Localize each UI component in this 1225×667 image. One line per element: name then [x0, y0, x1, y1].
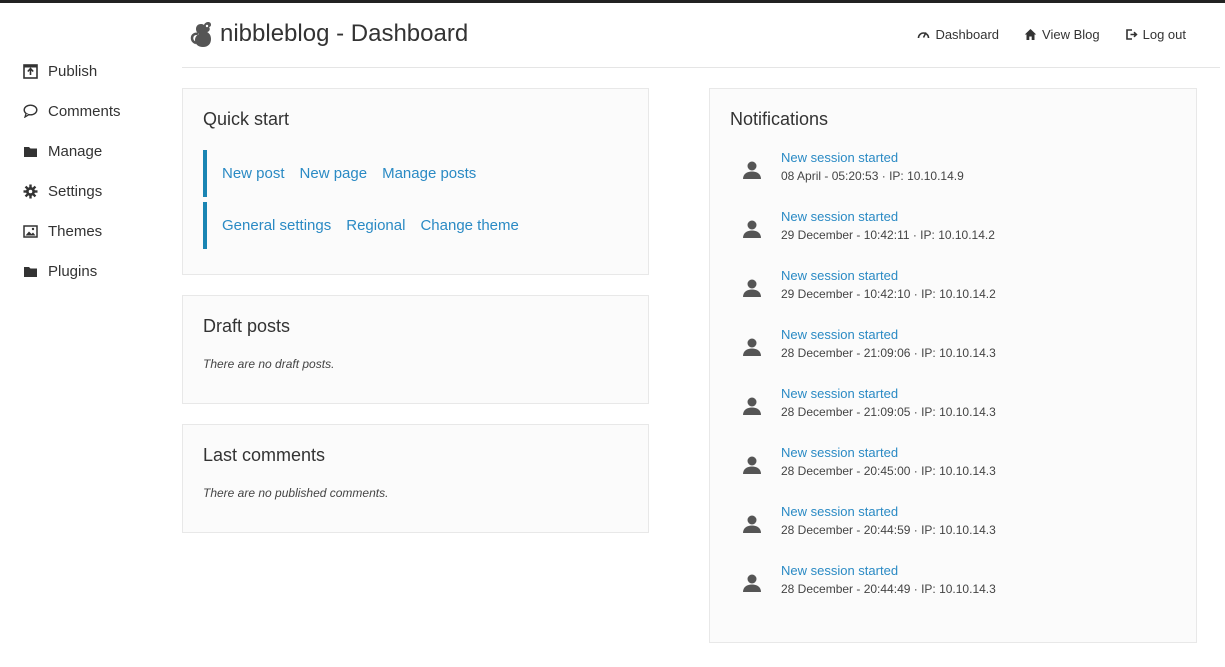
sidebar-item-label: Plugins [48, 262, 98, 280]
squirrel-logo-icon [190, 20, 214, 48]
sidebar-item-label: Themes [48, 222, 103, 240]
quick-start-row: General settings Regional Change theme [203, 202, 534, 249]
nav-label: Dashboard [935, 27, 1000, 42]
notification-meta: 28 December - 21:09:06 · IP: 10.10.14.3 [781, 346, 996, 360]
nav-dashboard-link[interactable]: Dashboard [917, 27, 999, 42]
sidebar-item-manage[interactable]: Manage [22, 131, 172, 171]
nav-label: Log out [1142, 27, 1186, 42]
notification-title-link[interactable]: New session started [781, 268, 898, 283]
top-nav: Dashboard View Blog Log out [892, 27, 1186, 42]
sidebar-item-label: Publish [48, 62, 98, 80]
notification-item: New session started 28 December - 21:09:… [740, 327, 1160, 367]
sidebar-item-themes[interactable]: Themes [22, 211, 172, 251]
notification-title-link[interactable]: New session started [781, 386, 898, 401]
notification-meta: 08 April - 05:20:53 · IP: 10.10.14.9 [781, 169, 964, 183]
notification-meta: 28 December - 20:44:49 · IP: 10.10.14.3 [781, 582, 996, 596]
comment-icon [22, 103, 38, 119]
draft-posts-panel: Draft posts There are no draft posts. [182, 295, 649, 404]
user-icon [740, 453, 764, 477]
user-icon [740, 335, 764, 359]
last-comments-title: Last comments [203, 445, 326, 465]
regional-link[interactable]: Regional [346, 217, 405, 234]
logout-icon [1125, 28, 1138, 41]
user-icon [740, 394, 764, 418]
dashboard-icon [917, 28, 930, 41]
notification-item: New session started 08 April - 05:20:53 … [740, 150, 1160, 190]
notification-item: New session started 28 December - 20:45:… [740, 445, 1160, 485]
nav-view-blog-link[interactable]: View Blog [1024, 27, 1100, 42]
last-comments-panel: Last comments There are no published com… [182, 424, 649, 533]
general-settings-link[interactable]: General settings [222, 217, 331, 234]
notification-item: New session started 28 December - 21:09:… [740, 386, 1160, 426]
image-icon [22, 223, 38, 239]
user-icon [740, 158, 764, 182]
notification-item: New session started 29 December - 10:42:… [740, 268, 1160, 308]
notification-meta: 28 December - 20:45:00 · IP: 10.10.14.3 [781, 464, 996, 478]
user-icon [740, 571, 764, 595]
change-theme-link[interactable]: Change theme [420, 217, 518, 234]
notification-title-link[interactable]: New session started [781, 150, 898, 165]
publish-icon [22, 63, 38, 79]
notification-item: New session started 28 December - 20:44:… [740, 563, 1160, 603]
quick-start-panel: Quick start New post New page Manage pos… [182, 88, 649, 275]
notification-title-link[interactable]: New session started [781, 445, 898, 460]
nav-logout-link[interactable]: Log out [1125, 27, 1186, 42]
notifications-panel: Notifications New session started 08 Apr… [709, 88, 1197, 643]
notification-title-link[interactable]: New session started [781, 327, 898, 342]
new-page-link[interactable]: New page [300, 165, 368, 182]
new-post-link[interactable]: New post [222, 165, 285, 182]
notification-title-link[interactable]: New session started [781, 209, 898, 224]
gear-icon [22, 183, 38, 199]
sidebar-item-label: Manage [48, 142, 103, 160]
home-icon [1024, 28, 1037, 41]
sidebar-item-label: Comments [48, 102, 121, 120]
folder-icon [22, 143, 38, 159]
sidebar-item-settings[interactable]: Settings [22, 171, 172, 211]
sidebar-item-label: Settings [48, 182, 103, 200]
notification-meta: 29 December - 10:42:10 · IP: 10.10.14.2 [781, 287, 996, 301]
folder-icon [22, 263, 38, 279]
notification-meta: 29 December - 10:42:11 · IP: 10.10.14.2 [781, 228, 995, 242]
page-title: nibbleblog - Dashboard [220, 20, 469, 47]
user-icon [740, 276, 764, 300]
page-header: nibbleblog - Dashboard Dashboard View Bl… [182, 0, 1220, 68]
nav-label: View Blog [1042, 27, 1100, 42]
user-icon [740, 217, 764, 241]
sidebar-item-comments[interactable]: Comments [22, 91, 172, 131]
sidebar: Publish Comments Manage Settings Themes … [22, 51, 172, 291]
draft-posts-empty-message: There are no draft posts. [203, 357, 335, 371]
last-comments-empty-message: There are no published comments. [203, 486, 389, 500]
brand: nibbleblog - Dashboard [190, 20, 468, 48]
notification-meta: 28 December - 21:09:05 · IP: 10.10.14.3 [781, 405, 996, 419]
quick-start-title: Quick start [203, 109, 290, 129]
notifications-title: Notifications [730, 109, 829, 129]
notification-meta: 28 December - 20:44:59 · IP: 10.10.14.3 [781, 523, 996, 537]
draft-posts-title: Draft posts [203, 316, 291, 336]
notification-title-link[interactable]: New session started [781, 504, 898, 519]
user-icon [740, 512, 764, 536]
manage-posts-link[interactable]: Manage posts [382, 165, 476, 182]
sidebar-item-plugins[interactable]: Plugins [22, 251, 172, 291]
notification-item: New session started 29 December - 10:42:… [740, 209, 1160, 249]
notification-title-link[interactable]: New session started [781, 563, 898, 578]
quick-start-row: New post New page Manage posts [203, 150, 491, 197]
notification-item: New session started 28 December - 20:44:… [740, 504, 1160, 544]
sidebar-item-publish[interactable]: Publish [22, 51, 172, 91]
